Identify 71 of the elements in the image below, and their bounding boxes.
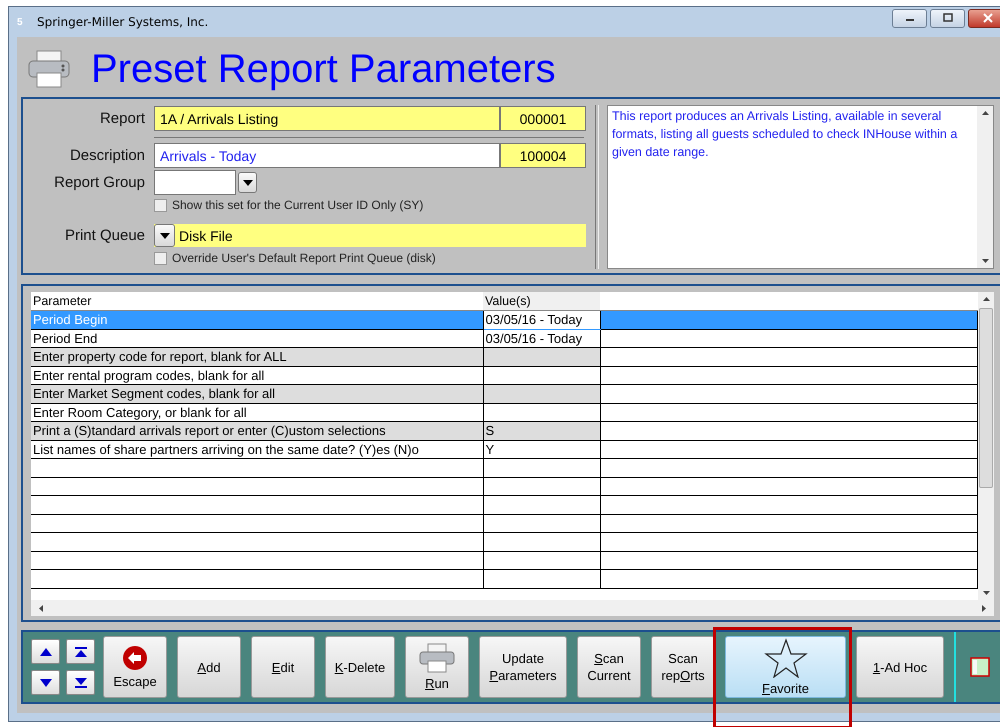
table-cell: Enter Market Segment codes, blank for all <box>31 384 483 403</box>
printer-icon <box>27 49 71 89</box>
table-row[interactable]: Enter Market Segment codes, blank for all <box>31 384 978 403</box>
table-row[interactable]: List names of share partners arriving on the same date? (Y)es (N)o Y <box>31 440 978 458</box>
table-cell: List names of share partners arriving on the same date? (Y)es (N)o <box>31 440 483 458</box>
table-cell: 03/05/16 - Today <box>483 310 600 329</box>
horizontal-scroll-bar[interactable] <box>31 600 994 616</box>
table-row[interactable]: Print a (S)tandard arrivals report or enter (C)ustom selections S <box>31 422 978 440</box>
jump-to-top-icon <box>74 646 86 656</box>
toolbar-button[interactable]: K-Delete <box>325 636 395 698</box>
down-arrow-icon <box>40 678 52 686</box>
toolbar-button[interactable]: Run <box>405 636 469 698</box>
last-record-button[interactable] <box>66 670 95 695</box>
page-heading: Preset Report Parameters <box>91 46 556 92</box>
checkbox[interactable] <box>154 198 167 212</box>
checkbox-label: Override User's Default Report Print Queue (disk) <box>172 251 436 265</box>
minimize-button[interactable] <box>892 8 927 28</box>
first-record-button[interactable] <box>66 639 95 664</box>
left-arrow-icon[interactable] <box>39 604 43 612</box>
down-arrow-icon[interactable] <box>982 591 990 595</box>
maximize-button[interactable] <box>930 8 965 28</box>
table-row[interactable]: Enter property code for report, blank for ALL <box>31 348 978 366</box>
table-cell: Y <box>483 440 600 458</box>
toolbar-button[interactable]: Scan repOrts <box>651 636 715 698</box>
app-number-label: 5 <box>17 16 24 28</box>
down-arrow-icon[interactable] <box>982 259 988 263</box>
toolbar-button[interactable]: Scan Current <box>577 636 641 698</box>
field-label: Report <box>98 110 146 127</box>
scroll-bar[interactable] <box>977 106 993 268</box>
star-icon <box>764 638 808 678</box>
note-icon[interactable] <box>970 657 990 677</box>
scroll-bar[interactable] <box>978 292 994 600</box>
toolbar-button[interactable]: Escape <box>103 636 167 698</box>
toolbar-button[interactable]: Edit <box>251 636 315 698</box>
report-field[interactable]: 1A / Arrivals Listing <box>154 106 500 131</box>
right-arrow-icon[interactable] <box>982 604 986 612</box>
close-icon <box>982 13 994 23</box>
description-text-area[interactable]: This report produces an Arrivals Listing, available in several formats, listing all guests scheduled to check INHouse within a given date range. <box>607 105 994 269</box>
up-arrow-button[interactable] <box>31 639 60 664</box>
table-row[interactable]: Period Begin 03/05/16 - Today <box>31 310 978 329</box>
table-cell: S <box>483 422 600 440</box>
field-label: Print Queue <box>64 227 146 244</box>
caret-icon <box>242 180 252 186</box>
checkbox[interactable] <box>154 252 167 264</box>
report-number-field[interactable]: 000001 <box>500 106 586 131</box>
up-arrow-icon[interactable] <box>982 297 990 301</box>
field-label: Report Group <box>53 174 146 191</box>
table-cell: Enter property code for report, blank for ALL <box>31 348 483 366</box>
column-header[interactable]: Value(s) <box>483 292 600 310</box>
window-title: Springer-Miller Systems, Inc. <box>37 15 208 29</box>
toolbar-button[interactable]: Favorite <box>725 636 846 698</box>
caret-icon <box>160 232 170 238</box>
down-arrow-button[interactable] <box>31 670 60 695</box>
toolbar-button[interactable]: Add <box>177 636 241 698</box>
description-number-field[interactable]: 100004 <box>500 143 586 168</box>
print-queue-dropdown[interactable]: Disk File <box>154 224 586 247</box>
up-arrow-icon[interactable] <box>982 111 988 115</box>
report-group-field[interactable] <box>154 170 236 195</box>
close-button[interactable] <box>968 8 1000 28</box>
printer-icon <box>419 642 455 672</box>
jump-to-bottom-icon <box>74 678 86 688</box>
up-arrow-icon <box>40 648 52 656</box>
maximize-icon <box>942 13 954 23</box>
checkbox-label: Show this set for the Current User ID Only (SY) <box>172 198 424 212</box>
toolbar-button[interactable]: 1-Ad Hoc <box>856 636 944 698</box>
toolbar-button[interactable]: Update Parameters <box>479 636 567 698</box>
field-label: Description <box>68 147 146 164</box>
table-cell: Period Begin <box>31 310 483 329</box>
table-cell: Print a (S)tandard arrivals report or enter (C)ustom selections <box>31 422 483 440</box>
dropdown-button[interactable] <box>238 172 257 193</box>
description-field[interactable]: Arrivals - Today <box>154 143 500 168</box>
